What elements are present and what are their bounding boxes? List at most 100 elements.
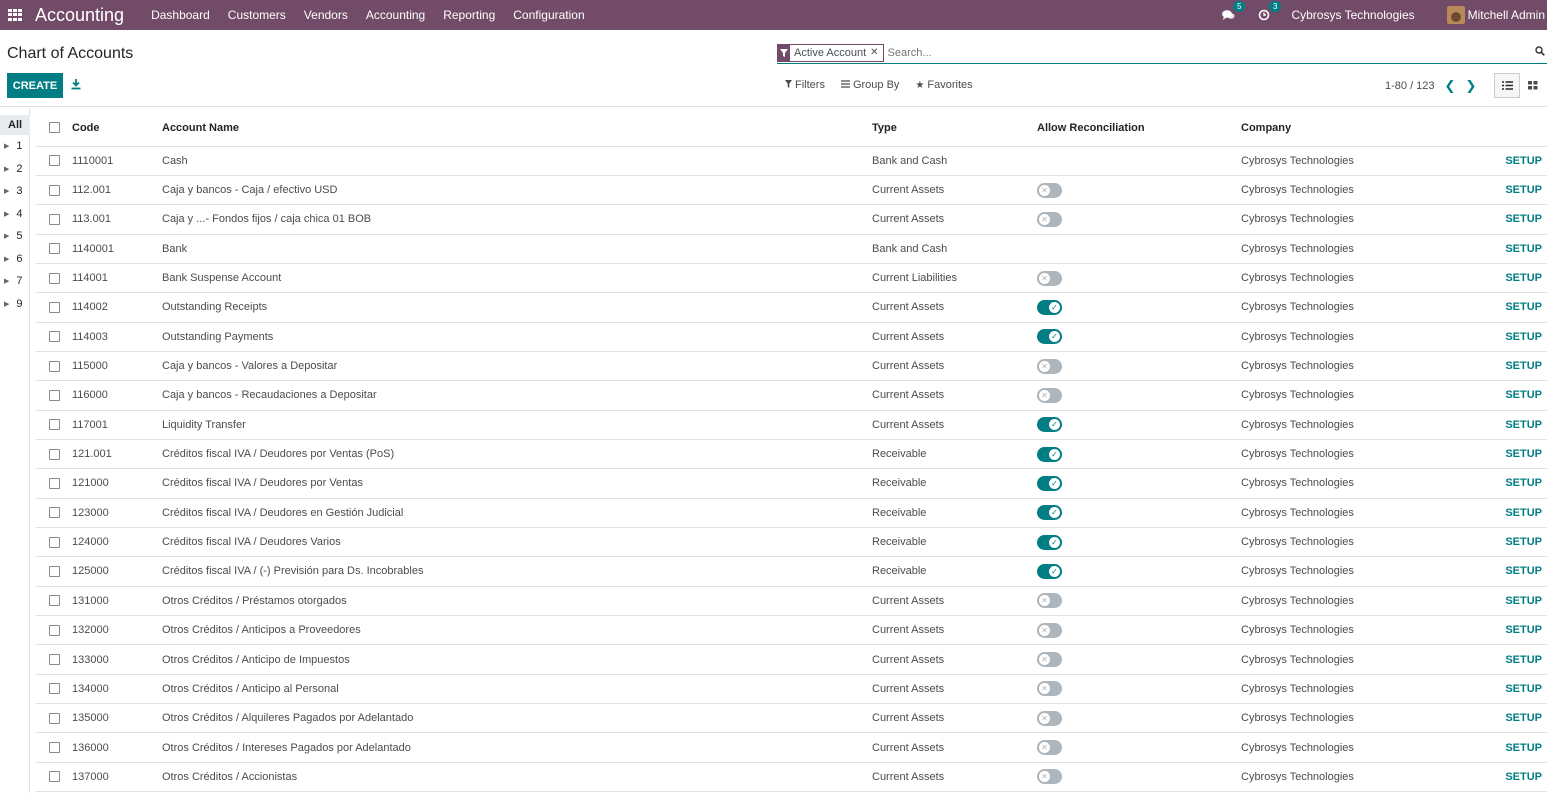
tree-item-1[interactable]: ▶ 1 (4, 140, 23, 152)
cell-company[interactable]: Cybrosys Technologies (1241, 380, 1491, 411)
cell-account-name[interactable]: Créditos fiscal IVA / (-) Previsión para… (162, 556, 872, 587)
menu-item-accounting[interactable]: Accounting (366, 8, 425, 22)
row-checkbox[interactable] (49, 448, 60, 460)
row-checkbox[interactable] (49, 390, 60, 402)
cell-type[interactable]: Receivable (872, 439, 1037, 470)
cell-account-name[interactable]: Caja y bancos - Recaudaciones a Deposita… (162, 380, 872, 411)
table-row[interactable]: 125000 Créditos fiscal IVA / (-) Previsió… (36, 556, 1547, 587)
cell-account-name[interactable]: Caja y ...- Fondos fijos / caja chica 01… (162, 204, 872, 235)
row-checkbox[interactable] (49, 155, 60, 167)
setup-button[interactable]: SETUP (1505, 448, 1542, 460)
reconcile-toggle[interactable]: ✕ (1037, 710, 1062, 726)
reconcile-toggle[interactable]: ✓ (1037, 475, 1062, 491)
reconcile-toggle[interactable]: ✓ (1037, 446, 1062, 462)
company-switcher[interactable]: Cybrosys Technologies (1291, 8, 1414, 22)
cell-company[interactable]: Cybrosys Technologies (1241, 146, 1491, 176)
cell-account-name[interactable]: Otros Créditos / Alquileres Pagados por … (162, 703, 872, 734)
tree-item-2[interactable]: ▶ 2 (4, 163, 23, 175)
setup-button[interactable]: SETUP (1505, 742, 1542, 754)
menu-item-customers[interactable]: Customers (228, 8, 286, 22)
table-row[interactable]: 123000 Créditos fiscal IVA / Deudores en … (36, 498, 1547, 528)
tree-item-5[interactable]: ▶ 5 (4, 230, 23, 242)
setup-button[interactable]: SETUP (1505, 683, 1542, 695)
cell-code[interactable]: 121000 (72, 468, 162, 499)
cell-account-name[interactable]: Otros Créditos / Anticipo de Impuestos (162, 644, 872, 675)
cell-type[interactable]: Current Assets (872, 292, 1037, 323)
cell-code[interactable]: 134000 (72, 674, 162, 705)
table-row[interactable]: 116000 Caja y bancos - Recaudaciones a De… (36, 380, 1547, 411)
table-row[interactable]: 135000 Otros Créditos / Alquileres Pagado… (36, 703, 1547, 734)
tree-item-3[interactable]: ▶ 3 (4, 185, 23, 197)
menu-item-reporting[interactable]: Reporting (443, 8, 495, 22)
cell-code[interactable]: 116000 (72, 380, 162, 411)
setup-button[interactable]: SETUP (1505, 654, 1542, 666)
cell-type[interactable]: Bank and Cash (872, 234, 1037, 264)
row-checkbox[interactable] (49, 683, 60, 695)
row-checkbox[interactable] (49, 595, 60, 607)
cell-company[interactable]: Cybrosys Technologies (1241, 498, 1491, 528)
setup-button[interactable]: SETUP (1505, 419, 1542, 431)
reconcile-toggle[interactable]: ✓ (1037, 563, 1062, 579)
menu-item-dashboard[interactable]: Dashboard (151, 8, 210, 22)
tree-item-6[interactable]: ▶ 6 (4, 253, 23, 265)
cell-account-name[interactable]: Outstanding Payments (162, 322, 872, 352)
setup-button[interactable]: SETUP (1505, 213, 1542, 225)
cell-type[interactable]: Current Assets (872, 732, 1037, 763)
cell-company[interactable]: Cybrosys Technologies (1241, 351, 1491, 382)
cell-code[interactable]: 125000 (72, 556, 162, 587)
cell-type[interactable]: Receivable (872, 498, 1037, 528)
table-row[interactable]: 1110001 Cash Bank and Cash Cybrosys Technol… (36, 146, 1547, 176)
cell-company[interactable]: Cybrosys Technologies (1241, 410, 1491, 440)
cell-company[interactable]: Cybrosys Technologies (1241, 527, 1491, 558)
download-icon[interactable] (70, 78, 82, 90)
row-checkbox[interactable] (49, 331, 60, 343)
cell-type[interactable]: Current Assets (872, 703, 1037, 734)
reconcile-toggle[interactable]: ✕ (1037, 593, 1062, 609)
tree-item-4[interactable]: ▶ 4 (4, 208, 23, 220)
table-row[interactable]: 1140001 Bank Bank and Cash Cybrosys Technol… (36, 234, 1547, 264)
cell-code[interactable]: 123000 (72, 498, 162, 528)
reconcile-toggle[interactable]: ✕ (1037, 387, 1062, 403)
table-row[interactable]: 117001 Liquidity Transfer Current Assets ✓ C… (36, 410, 1547, 440)
reconcile-toggle[interactable]: ✕ (1037, 622, 1062, 638)
column-header-company[interactable]: Company (1241, 110, 1491, 147)
cell-code[interactable]: 114003 (72, 322, 162, 352)
reconcile-toggle[interactable]: ✕ (1037, 740, 1062, 756)
cell-type[interactable]: Current Assets (872, 586, 1037, 617)
cell-type[interactable]: Current Assets (872, 322, 1037, 352)
cell-type[interactable]: Current Assets (872, 351, 1037, 382)
cell-account-name[interactable]: Otros Créditos / Accionistas (162, 762, 872, 793)
cell-company[interactable]: Cybrosys Technologies (1241, 204, 1491, 235)
cell-type[interactable]: Current Assets (872, 410, 1037, 440)
facet-remove-icon[interactable]: ✕ (870, 47, 882, 58)
row-checkbox[interactable] (49, 243, 60, 255)
cell-company[interactable]: Cybrosys Technologies (1241, 175, 1491, 206)
setup-button[interactable]: SETUP (1505, 301, 1542, 313)
row-checkbox[interactable] (49, 419, 60, 431)
setup-button[interactable]: SETUP (1505, 507, 1542, 519)
table-row[interactable]: 124000 Créditos fiscal IVA / Deudores Var… (36, 527, 1547, 558)
search-input[interactable] (887, 46, 1488, 59)
cell-type[interactable]: Current Assets (872, 175, 1037, 206)
tree-item-9[interactable]: ▶ 9 (4, 298, 23, 310)
user-avatar[interactable] (1446, 6, 1465, 24)
table-row[interactable]: 132000 Otros Créditos / Anticipos a Prove… (36, 615, 1547, 646)
table-row[interactable]: 112.001 Caja y bancos - Caja / efectivo U… (36, 175, 1547, 206)
cell-type[interactable]: Receivable (872, 468, 1037, 499)
cell-account-name[interactable]: Outstanding Receipts (162, 292, 872, 323)
messages-button[interactable]: 5 (1219, 1, 1246, 23)
tree-item-all[interactable]: All (0, 115, 30, 135)
table-row[interactable]: 131000 Otros Créditos / Préstamos otorgad… (36, 586, 1547, 617)
row-checkbox[interactable] (49, 771, 60, 783)
cell-account-name[interactable]: Caja y bancos - Caja / efectivo USD (162, 175, 872, 206)
cell-code[interactable]: 137000 (72, 762, 162, 793)
cell-company[interactable]: Cybrosys Technologies (1241, 439, 1491, 470)
cell-account-name[interactable]: Créditos fiscal IVA / Deudores por Venta… (162, 468, 872, 499)
reconcile-toggle[interactable]: ✕ (1037, 652, 1062, 668)
filters-dropdown[interactable]: Filters (785, 79, 825, 91)
setup-button[interactable]: SETUP (1505, 595, 1542, 607)
reconcile-toggle[interactable]: ✕ (1037, 270, 1062, 286)
row-checkbox[interactable] (49, 184, 60, 196)
cell-type[interactable]: Bank and Cash (872, 146, 1037, 176)
cell-company[interactable]: Cybrosys Technologies (1241, 762, 1491, 793)
